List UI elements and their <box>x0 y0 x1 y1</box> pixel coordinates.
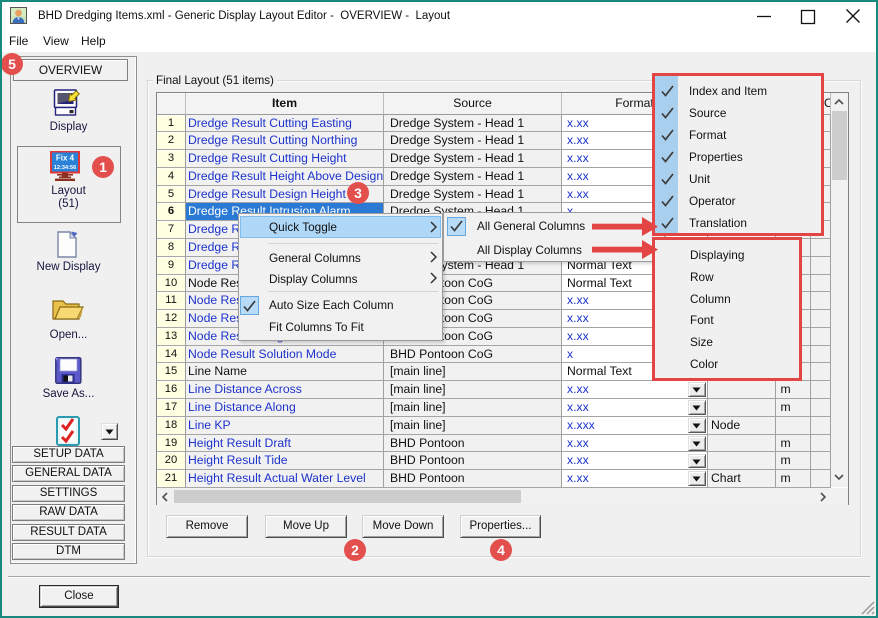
svg-text:Fix 4: Fix 4 <box>56 154 75 163</box>
svg-text:12:34:56: 12:34:56 <box>54 165 76 171</box>
